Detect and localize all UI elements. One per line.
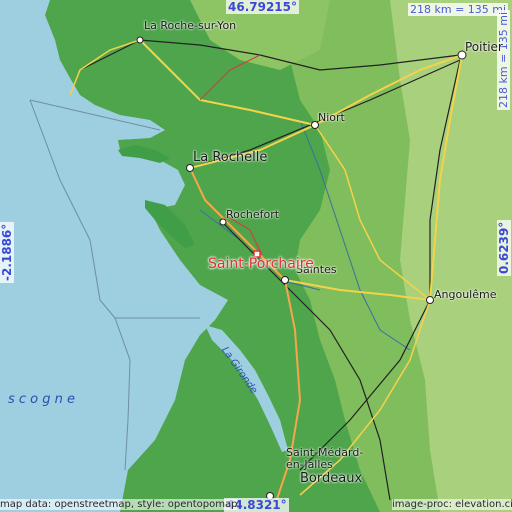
coord-east: 0.6239° [497,219,511,276]
city-label-la-roche-sur-yon[interactable]: La Roche-sur-Yon [144,19,236,32]
elevation-map[interactable]: 46.79215° 44.8321° -2.1886° 0.6239° 218 … [0,0,512,512]
city-label-niort[interactable]: Niort [318,111,345,124]
city-label-bordeaux[interactable]: Bordeaux [300,471,362,486]
city-dot-saintes [281,276,289,284]
city-label-rochefort[interactable]: Rochefort [226,208,279,221]
credit-right: image-proc: elevation.city [392,499,512,510]
city-label-saint-medard-2[interactable]: en-Jalles [286,458,333,471]
sea-label: s c o g n e [8,392,76,407]
city-label-la-rochelle[interactable]: La Rochelle [193,150,267,165]
city-dot-la-roche-sur-yon [136,36,144,44]
city-dot-angouleme [426,296,434,304]
highlight-place-label[interactable]: Saint-Porchaire [208,256,314,272]
city-label-angouleme[interactable]: Angoulême [434,288,497,301]
coord-north: 46.79215° [226,0,300,14]
city-label-poitiers[interactable]: Poitier [465,40,503,54]
scale-horizontal: 218 km = 135 mi [408,3,509,16]
scale-vertical: 218 km = 135 mi [497,9,510,110]
coord-west: -2.1886° [0,221,14,283]
credit-left: map data: openstreetmap, style: opentopo… [0,499,238,510]
city-dot-la-rochelle [186,164,194,172]
